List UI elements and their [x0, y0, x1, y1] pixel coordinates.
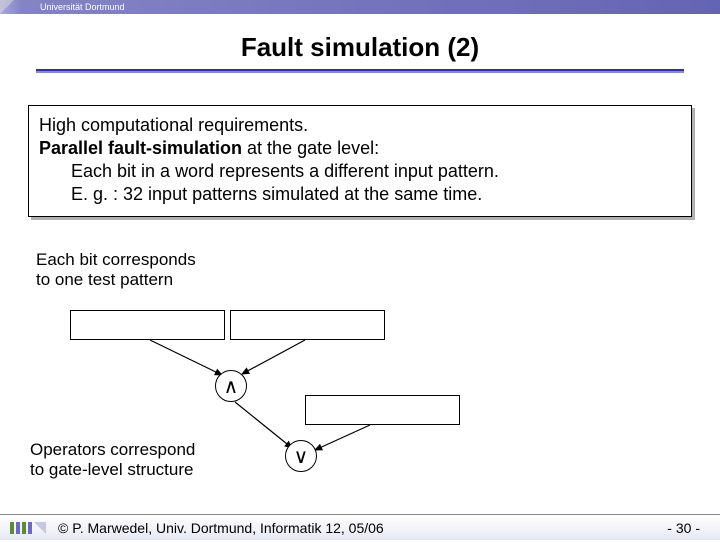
topbar: Universität Dortmund [0, 0, 720, 14]
and-gate: ∧ [215, 370, 247, 402]
input-word-a [70, 310, 225, 340]
caption-bits-l1: Each bit corresponds [36, 250, 196, 270]
box-indent-2: E. g. : 32 input patterns simulated at t… [39, 183, 681, 206]
logo-icon [8, 519, 48, 537]
caption-operators-l2: to gate-level structure [30, 460, 195, 480]
box-indent-1: Each bit in a word represents a differen… [39, 160, 681, 183]
institution-label: Universität Dortmund [40, 2, 125, 12]
input-word-c [305, 395, 460, 425]
page-suffix: - [691, 520, 700, 536]
box-line-2-rest: at the gate level: [242, 138, 379, 158]
topbar-corner-decoration [0, 0, 14, 14]
content-area: High computational requirements. Paralle… [0, 83, 720, 217]
and-gate-symbol: ∧ [224, 374, 239, 399]
box-line-2-bold: Parallel fault-simulation [39, 138, 242, 158]
title-underline [36, 69, 684, 73]
page-prefix: - [667, 520, 676, 536]
slide-title: Fault simulation (2) [0, 32, 720, 63]
footer-copyright: © P. Marwedel, Univ. Dortmund, Informati… [58, 520, 384, 536]
footer: © P. Marwedel, Univ. Dortmund, Informati… [0, 514, 720, 540]
or-gate-symbol: ∨ [294, 444, 309, 469]
caption-bits: Each bit corresponds to one test pattern [36, 250, 196, 291]
or-gate: ∨ [285, 440, 317, 472]
title-area: Fault simulation (2) [0, 14, 720, 83]
caption-bits-l2: to one test pattern [36, 270, 196, 290]
caption-operators: Operators correspond to gate-level struc… [30, 440, 195, 481]
caption-operators-l1: Operators correspond [30, 440, 195, 460]
page-num: 30 [676, 520, 692, 536]
input-word-b [230, 310, 385, 340]
box-line-1: High computational requirements. [39, 114, 681, 137]
main-text-box: High computational requirements. Paralle… [28, 105, 692, 217]
box-line-2: Parallel fault-simulation at the gate le… [39, 137, 681, 160]
page-number: - 30 - [667, 520, 700, 536]
